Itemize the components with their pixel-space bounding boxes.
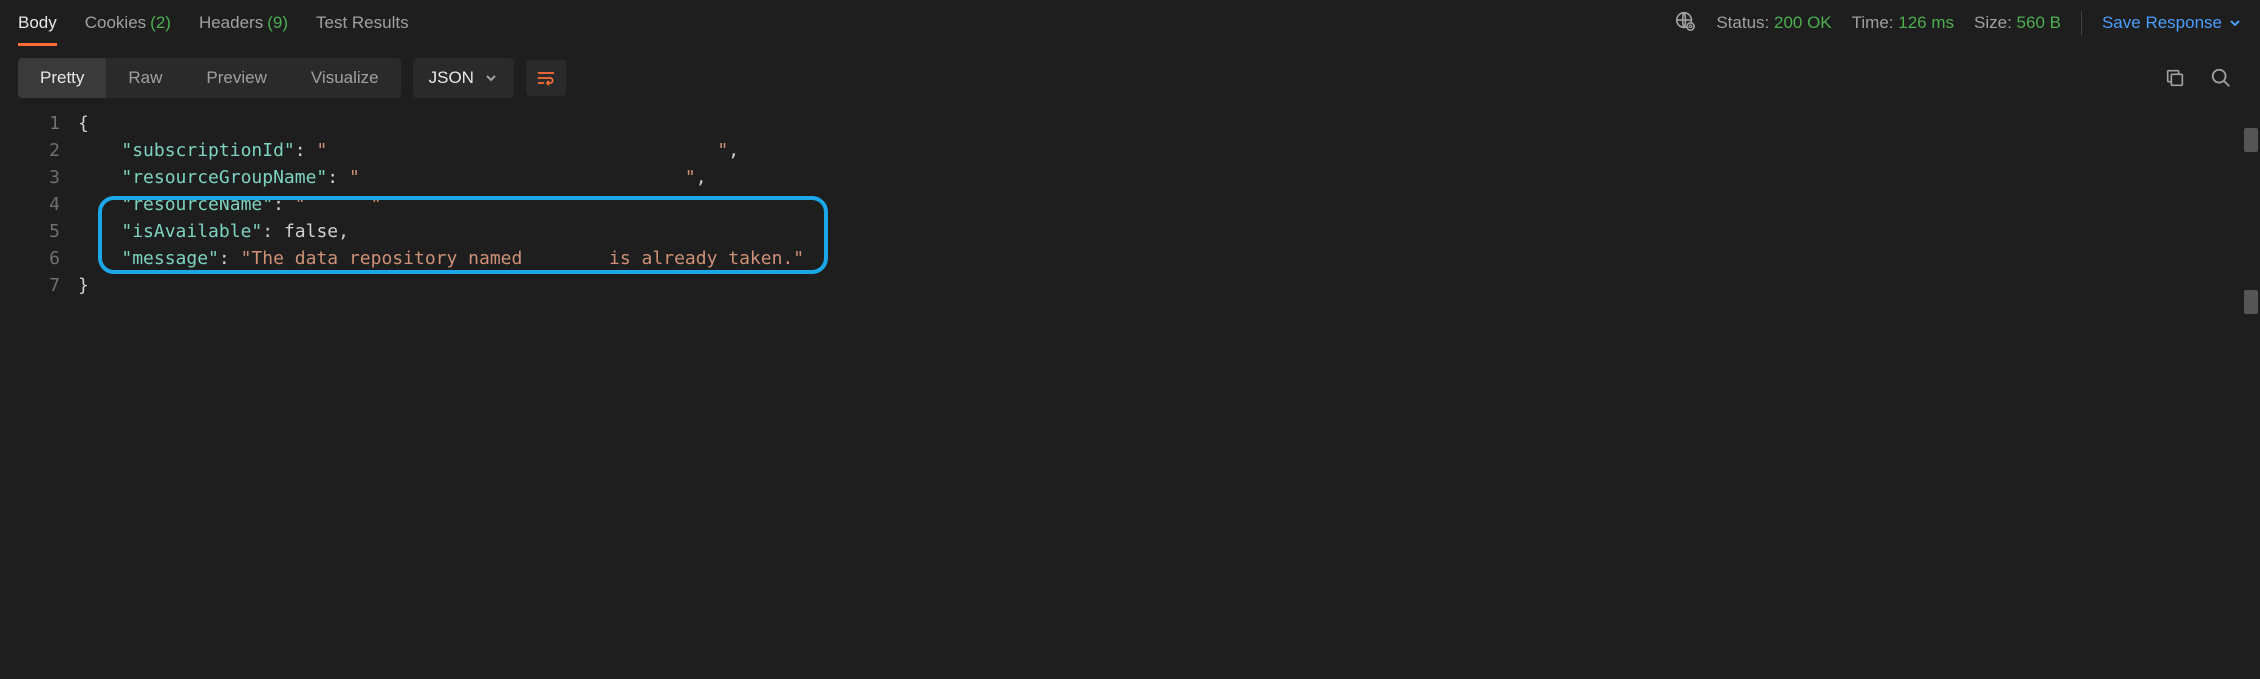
time-value: 126 ms [1898, 13, 1954, 32]
copy-icon[interactable] [2164, 67, 2186, 89]
tab-test-results[interactable]: Test Results [316, 0, 409, 46]
tab-cookies[interactable]: Cookies (2) [85, 0, 171, 46]
line-number: 7 [0, 272, 60, 299]
size-label: Size: 560 B [1974, 13, 2061, 33]
view-tab-visualize-label: Visualize [311, 68, 379, 87]
tab-headers-count: (9) [267, 13, 288, 33]
view-tab-pretty-label: Pretty [40, 68, 84, 87]
line-numbers: 1 2 3 4 5 6 7 [0, 110, 78, 299]
status-label: Status: 200 OK [1716, 13, 1831, 33]
format-dropdown[interactable]: JSON [413, 58, 514, 98]
status-value: 200 OK [1774, 13, 1832, 32]
size-value: 560 B [2017, 13, 2061, 32]
save-response-button[interactable]: Save Response [2102, 13, 2242, 33]
code-token: "resourceGroupName" [121, 167, 327, 188]
search-icon[interactable] [2210, 67, 2232, 89]
tab-test-results-label: Test Results [316, 13, 409, 33]
chevron-down-icon [2228, 16, 2242, 30]
line-number: 3 [0, 164, 60, 191]
tab-cookies-count: (2) [150, 13, 171, 33]
scrollbar[interactable] [2242, 118, 2260, 679]
tab-body[interactable]: Body [18, 0, 57, 46]
view-tab-raw-label: Raw [128, 68, 162, 87]
code-token: "subscriptionId" [121, 140, 294, 161]
code-token: { [78, 113, 89, 134]
divider [2081, 11, 2082, 35]
tab-headers[interactable]: Headers (9) [199, 0, 288, 46]
line-number: 5 [0, 218, 60, 245]
code-token: "message" [121, 248, 219, 269]
line-number: 2 [0, 137, 60, 164]
view-tab-preview-label: Preview [206, 68, 266, 87]
code-content[interactable]: { "subscriptionId": " ", "resourceGroupN… [78, 110, 2260, 299]
line-number: 6 [0, 245, 60, 272]
code-token: "isAvailable" [121, 221, 262, 242]
chevron-down-icon [484, 71, 498, 85]
code-token: "The data repository named is already ta… [241, 248, 805, 269]
time-label-text: Time: [1852, 13, 1894, 32]
save-response-label: Save Response [2102, 13, 2222, 33]
code-token: " " [316, 140, 728, 161]
view-tab-preview[interactable]: Preview [184, 58, 288, 98]
globe-icon[interactable] [1674, 10, 1696, 37]
line-number: 4 [0, 191, 60, 218]
code-token: " " [295, 194, 382, 215]
wrap-lines-button[interactable] [526, 60, 566, 96]
tab-headers-label: Headers [199, 13, 263, 33]
tab-body-label: Body [18, 13, 57, 33]
line-number: 1 [0, 110, 60, 137]
code-token: "resourceName" [121, 194, 273, 215]
wrap-icon [536, 68, 556, 88]
tab-cookies-label: Cookies [85, 13, 146, 33]
view-tab-raw[interactable]: Raw [106, 58, 184, 98]
response-body: 1 2 3 4 5 6 7 { "subscriptionId": " ", "… [0, 110, 2260, 299]
time-label: Time: 126 ms [1852, 13, 1954, 33]
size-label-text: Size: [1974, 13, 2012, 32]
view-tab-pretty[interactable]: Pretty [18, 58, 106, 98]
format-dropdown-label: JSON [429, 68, 474, 88]
code-token: " " [349, 167, 696, 188]
status-label-text: Status: [1716, 13, 1769, 32]
code-token: } [78, 275, 89, 296]
view-mode-tabs: Pretty Raw Preview Visualize [18, 58, 401, 98]
code-token: false [284, 221, 338, 242]
scrollbar-thumb[interactable] [2244, 128, 2258, 152]
scrollbar-thumb[interactable] [2244, 290, 2258, 314]
view-tab-visualize[interactable]: Visualize [289, 58, 401, 98]
